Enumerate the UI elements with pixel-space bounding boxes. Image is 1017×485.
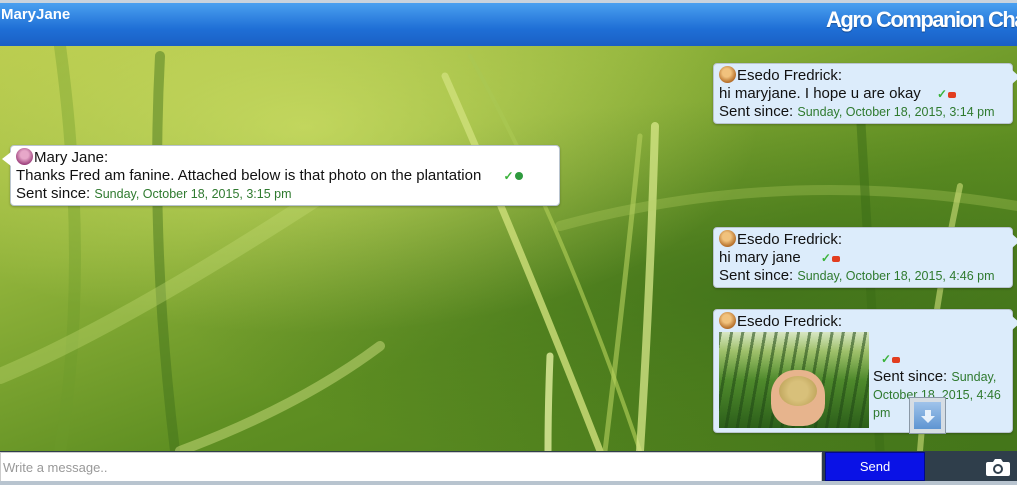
message-header: Esedo Fredrick:: [719, 312, 1007, 331]
delivery-status: ✓: [503, 167, 523, 185]
unread-icon: [948, 92, 957, 98]
check-icon: ✓: [503, 169, 514, 183]
message-bubble: Esedo Fredrick: hi maryjane. I hope u ar…: [713, 63, 1017, 124]
chat-header: MaryJane Agro Companion Cha: [0, 0, 1017, 46]
delivery-status: ✓: [936, 85, 957, 103]
sent-label: Sent since:: [719, 103, 794, 120]
message-meta: Sent since: Sunday, October 18, 2015, 3:…: [719, 103, 1007, 121]
arrow-down-icon: [914, 402, 941, 429]
message-body: hi maryjane. I hope u are okay ✓: [719, 85, 1007, 103]
bubble-tail: [1012, 316, 1017, 330]
sent-label: Sent since:: [719, 267, 794, 284]
composer-bar: Send: [0, 451, 1017, 485]
message-timestamp: Sunday, October 18, 2015, 4:46 pm: [797, 269, 995, 283]
message-input[interactable]: [0, 452, 822, 482]
message-body: Thanks Fred am fanine. Attached below is…: [16, 167, 554, 185]
message-bubble: Esedo Fredrick: hi mary jane ✓ Sent sinc…: [713, 227, 1017, 288]
os-taskbar: [0, 481, 1017, 485]
check-icon: ✓: [936, 87, 948, 101]
check-icon: ✓: [881, 352, 892, 366]
message-text: hi maryjane. I hope u are okay: [719, 85, 921, 102]
avatar-icon: [719, 230, 736, 247]
message-timestamp: Sunday, October 18, 2015, 3:14 pm: [797, 105, 995, 119]
beans-shape: [779, 376, 817, 406]
message-body: hi mary jane ✓: [719, 249, 1007, 267]
message-meta: Sent since: Sunday, October 18, 2015, 3:…: [16, 185, 554, 203]
unread-icon: [831, 256, 840, 262]
avatar-icon: [16, 148, 33, 165]
delivery-status: ✓: [821, 249, 840, 267]
bubble-tail: [1012, 70, 1017, 84]
send-button[interactable]: Send: [825, 452, 925, 481]
bubble-tail: [2, 152, 11, 166]
sender-name: Esedo Fredrick:: [737, 67, 843, 84]
sent-label: Sent since:: [16, 185, 91, 202]
bubble-tail: [1012, 234, 1017, 248]
message-header: Esedo Fredrick:: [719, 66, 1007, 85]
message-text: Thanks Fred am fanine. Attached below is…: [16, 167, 482, 184]
sender-name: Esedo Fredrick:: [737, 231, 843, 248]
message-timestamp: Sunday, October 18, 2015, 3:15 pm: [94, 187, 292, 201]
sender-name: Esedo Fredrick:: [737, 313, 843, 330]
message-header: Esedo Fredrick:: [719, 230, 1007, 249]
delivery-status: ✓: [881, 350, 901, 368]
message-bubble: Mary Jane: Thanks Fred am fanine. Attach…: [2, 145, 560, 206]
check-icon: ✓: [820, 251, 831, 265]
scroll-down-button[interactable]: [909, 397, 946, 434]
unread-icon: [892, 357, 901, 363]
read-icon: [514, 172, 523, 180]
app-title: Agro Companion Cha: [826, 7, 1017, 32]
message-meta: Sent since: Sunday, October 18, 2015, 4:…: [719, 267, 1007, 285]
plantation-photo-attachment[interactable]: [719, 332, 869, 428]
sender-name: Mary Jane:: [34, 149, 109, 166]
current-user-name: MaryJane: [1, 6, 71, 23]
avatar-icon: [719, 312, 736, 329]
sent-label: Sent since:: [873, 368, 948, 385]
camera-icon[interactable]: [984, 456, 1012, 478]
message-text: hi mary jane: [719, 249, 801, 266]
message-header: Mary Jane:: [16, 148, 554, 167]
message-bubble: Esedo Fredrick: ✓ Sent since: Sunday, Oc…: [713, 309, 1017, 433]
avatar-icon: [719, 66, 736, 83]
